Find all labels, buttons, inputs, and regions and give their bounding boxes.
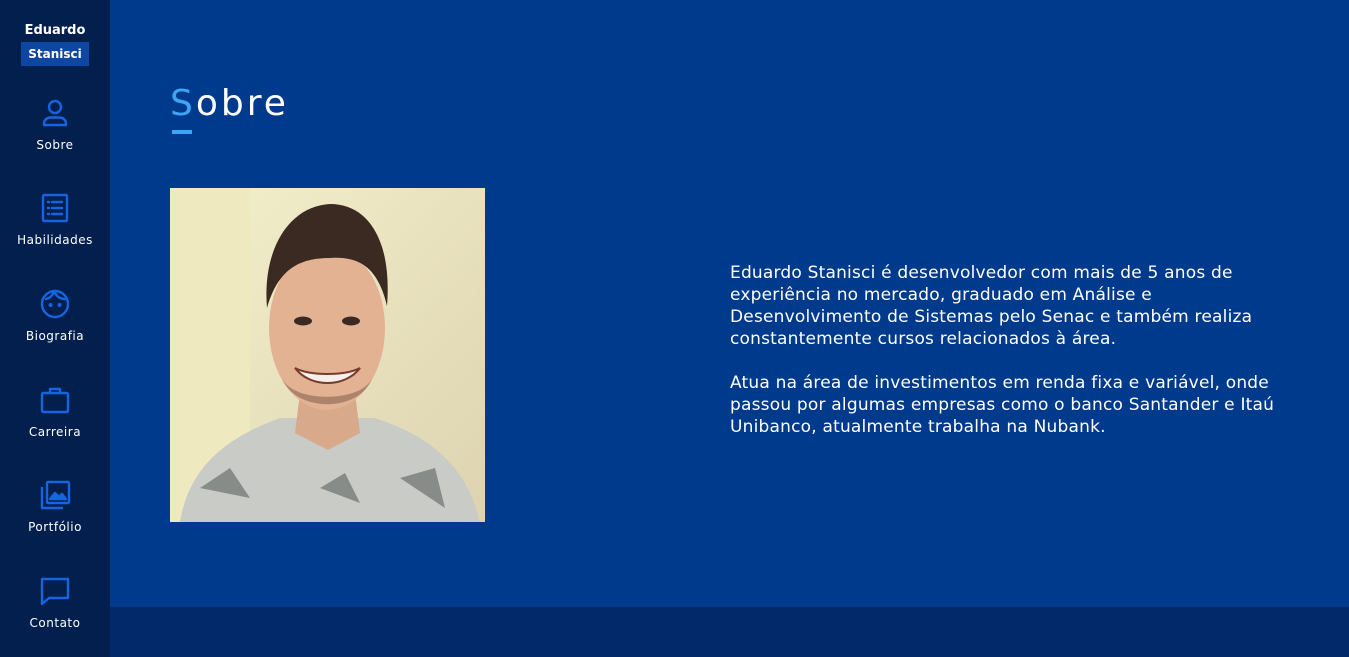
- sidebar-item-label: Carreira: [28, 425, 82, 439]
- bio-paragraph: Eduardo Stanisci é desenvolvedor com mai…: [730, 263, 1253, 349]
- sidebar-item-carreira[interactable]: Carreira: [0, 383, 110, 463]
- sidebar-item-sobre[interactable]: Sobre: [0, 96, 110, 176]
- sidebar-item-habilidades[interactable]: Habilidades: [0, 191, 110, 271]
- page-title-rest: obre: [195, 83, 289, 124]
- sidebar-item-label: Portfólio: [28, 520, 82, 534]
- sidebar-item-label: Habilidades: [17, 233, 93, 247]
- profile-photo: [170, 188, 485, 522]
- page-title-first-letter: S: [170, 83, 196, 124]
- title-underline: [172, 130, 192, 134]
- list-icon: [38, 191, 72, 225]
- sidebar-item-label: Sobre: [36, 138, 74, 152]
- user-icon: [38, 96, 72, 130]
- page-title: Sobre: [170, 82, 289, 126]
- about-section: Sobre Eduardo Stanisci é desenvolvedor c…: [110, 0, 1349, 607]
- chat-icon: [38, 574, 72, 608]
- bio-paragraph: Atua na área de investimentos em renda f…: [730, 373, 1275, 437]
- logo[interactable]: Eduardo Stanisci: [0, 20, 110, 66]
- footer: [110, 607, 1349, 657]
- sidebar-item-biografia[interactable]: Biografia: [0, 287, 110, 367]
- sidebar: Eduardo Stanisci Sobre Habilidades Biogr…: [0, 0, 110, 657]
- briefcase-icon: [38, 383, 72, 417]
- logo-last-name: Stanisci: [21, 42, 89, 66]
- photo-library-icon: [38, 478, 72, 512]
- logo-first-name: Eduardo: [24, 23, 86, 38]
- sidebar-item-label: Contato: [29, 616, 81, 630]
- sidebar-item-portfolio[interactable]: Portfólio: [0, 478, 110, 558]
- sidebar-item-contato[interactable]: Contato: [0, 574, 110, 654]
- sidebar-item-label: Biografia: [25, 329, 85, 343]
- bio-text: Eduardo Stanisci é desenvolvedor com mai…: [730, 262, 1300, 460]
- face-icon: [38, 287, 72, 321]
